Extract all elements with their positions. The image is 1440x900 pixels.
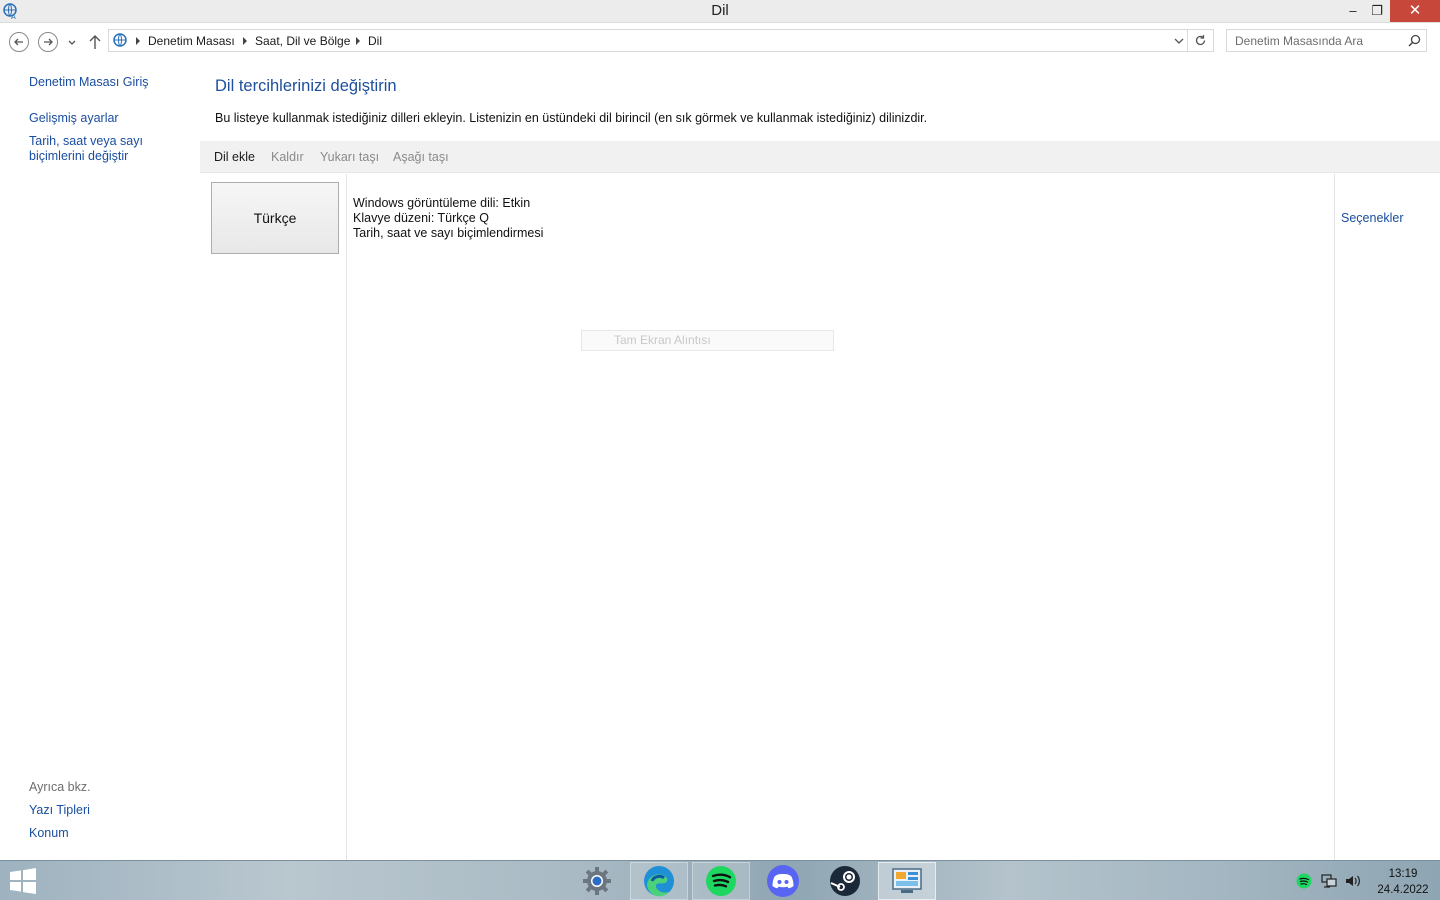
see-also-heading: Ayrıca bkz. bbox=[29, 780, 91, 794]
windows-start-icon[interactable] bbox=[8, 867, 38, 895]
spotify-icon bbox=[706, 866, 736, 896]
language-detail-display: Windows görüntüleme dili: Etkin bbox=[353, 196, 531, 210]
add-language-button[interactable]: Dil ekle bbox=[214, 150, 255, 164]
options-link[interactable]: Seçenekler bbox=[1341, 211, 1404, 225]
breadcrumb-separator-icon[interactable] bbox=[355, 37, 361, 45]
close-button[interactable]: ✕ bbox=[1390, 0, 1440, 22]
navigation-bar: Denetim Masası Saat, Dil ve Bölge Dil bbox=[0, 24, 1440, 58]
link-control-panel-home[interactable]: Denetim Masası Giriş bbox=[29, 75, 197, 90]
snip-overlay-label: Tam Ekran Alıntısı bbox=[581, 330, 834, 351]
control-panel-globe-icon bbox=[113, 33, 127, 47]
search-box[interactable] bbox=[1226, 29, 1427, 52]
page-description: Bu listeye kullanmak istediğiniz dilleri… bbox=[215, 111, 928, 125]
link-advanced-settings[interactable]: Gelişmiş ayarlar bbox=[29, 111, 197, 126]
breadcrumb-saat-dil-bolge[interactable]: Saat, Dil ve Bölge bbox=[255, 34, 350, 48]
language-detail-keyboard: Klavye düzeni: Türkçe Q bbox=[353, 211, 489, 225]
refresh-icon bbox=[1195, 35, 1206, 46]
window-title: Dil bbox=[711, 2, 729, 19]
discord-icon bbox=[767, 865, 799, 897]
page-title: Dil tercihlerinizi değiştirin bbox=[215, 77, 397, 95]
list-divider bbox=[346, 174, 347, 860]
move-up-button[interactable]: Yukarı taşı bbox=[320, 150, 379, 164]
taskbar-clock[interactable]: 13:19 24.4.2022 bbox=[1368, 866, 1438, 898]
arrow-right-icon bbox=[44, 38, 53, 46]
language-toolbar: Dil ekle Kaldır Yukarı taşı Aşağı taşı bbox=[200, 141, 1440, 173]
move-down-button[interactable]: Aşağı taşı bbox=[393, 150, 449, 164]
settings-icon bbox=[583, 867, 611, 895]
back-button[interactable] bbox=[9, 32, 29, 52]
link-location[interactable]: Konum bbox=[29, 826, 197, 841]
up-arrow-icon[interactable] bbox=[87, 33, 103, 51]
steam-icon bbox=[830, 866, 860, 896]
taskbar-settings[interactable] bbox=[568, 862, 626, 900]
taskbar-control-panel[interactable] bbox=[878, 862, 936, 900]
clock-time: 13:19 bbox=[1388, 868, 1418, 880]
breadcrumb-separator-icon[interactable] bbox=[135, 37, 141, 45]
list-divider bbox=[1334, 174, 1335, 860]
link-change-date-time-formats[interactable]: Tarih, saat veya sayı biçimlerini değişt… bbox=[29, 134, 197, 164]
search-icon[interactable] bbox=[1408, 34, 1421, 47]
recent-locations-chevron-icon[interactable] bbox=[66, 36, 78, 48]
language-tile-turkish[interactable]: Türkçe bbox=[211, 182, 339, 254]
restore-button[interactable]: ❐ bbox=[1360, 0, 1394, 22]
network-icon[interactable] bbox=[1321, 873, 1337, 889]
clock-date: 24.4.2022 bbox=[1377, 884, 1429, 896]
volume-icon[interactable] bbox=[1345, 873, 1361, 889]
address-history-chevron-icon[interactable] bbox=[1173, 36, 1185, 46]
spotify-tray-icon[interactable] bbox=[1296, 873, 1312, 889]
arrow-left-icon bbox=[14, 38, 23, 46]
taskbar-steam[interactable] bbox=[816, 862, 874, 900]
edge-icon bbox=[644, 866, 674, 897]
title-bar: A Dil – ❐ ✕ bbox=[0, 0, 1440, 23]
taskbar: 13:19 24.4.2022 bbox=[0, 860, 1440, 900]
link-fonts[interactable]: Yazı Tipleri bbox=[29, 803, 197, 818]
breadcrumb-separator-icon[interactable] bbox=[242, 37, 248, 45]
language-detail-formatting: Tarih, saat ve sayı biçimlendirmesi bbox=[353, 226, 544, 240]
breadcrumb-dil[interactable]: Dil bbox=[368, 34, 382, 48]
forward-button[interactable] bbox=[38, 32, 58, 52]
remove-button[interactable]: Kaldır bbox=[271, 150, 304, 164]
refresh-button[interactable] bbox=[1188, 29, 1214, 52]
taskbar-spotify[interactable] bbox=[692, 862, 750, 900]
taskbar-discord[interactable] bbox=[754, 862, 812, 900]
control-panel-icon bbox=[892, 868, 922, 893]
breadcrumb-denetim-masasi[interactable]: Denetim Masası bbox=[148, 34, 235, 48]
left-task-pane: Denetim Masası Giriş Gelişmiş ayarlar Ta… bbox=[0, 58, 200, 860]
search-input[interactable] bbox=[1227, 30, 1397, 51]
address-bar[interactable]: Denetim Masası Saat, Dil ve Bölge Dil bbox=[108, 29, 1188, 52]
taskbar-edge[interactable] bbox=[630, 862, 688, 900]
